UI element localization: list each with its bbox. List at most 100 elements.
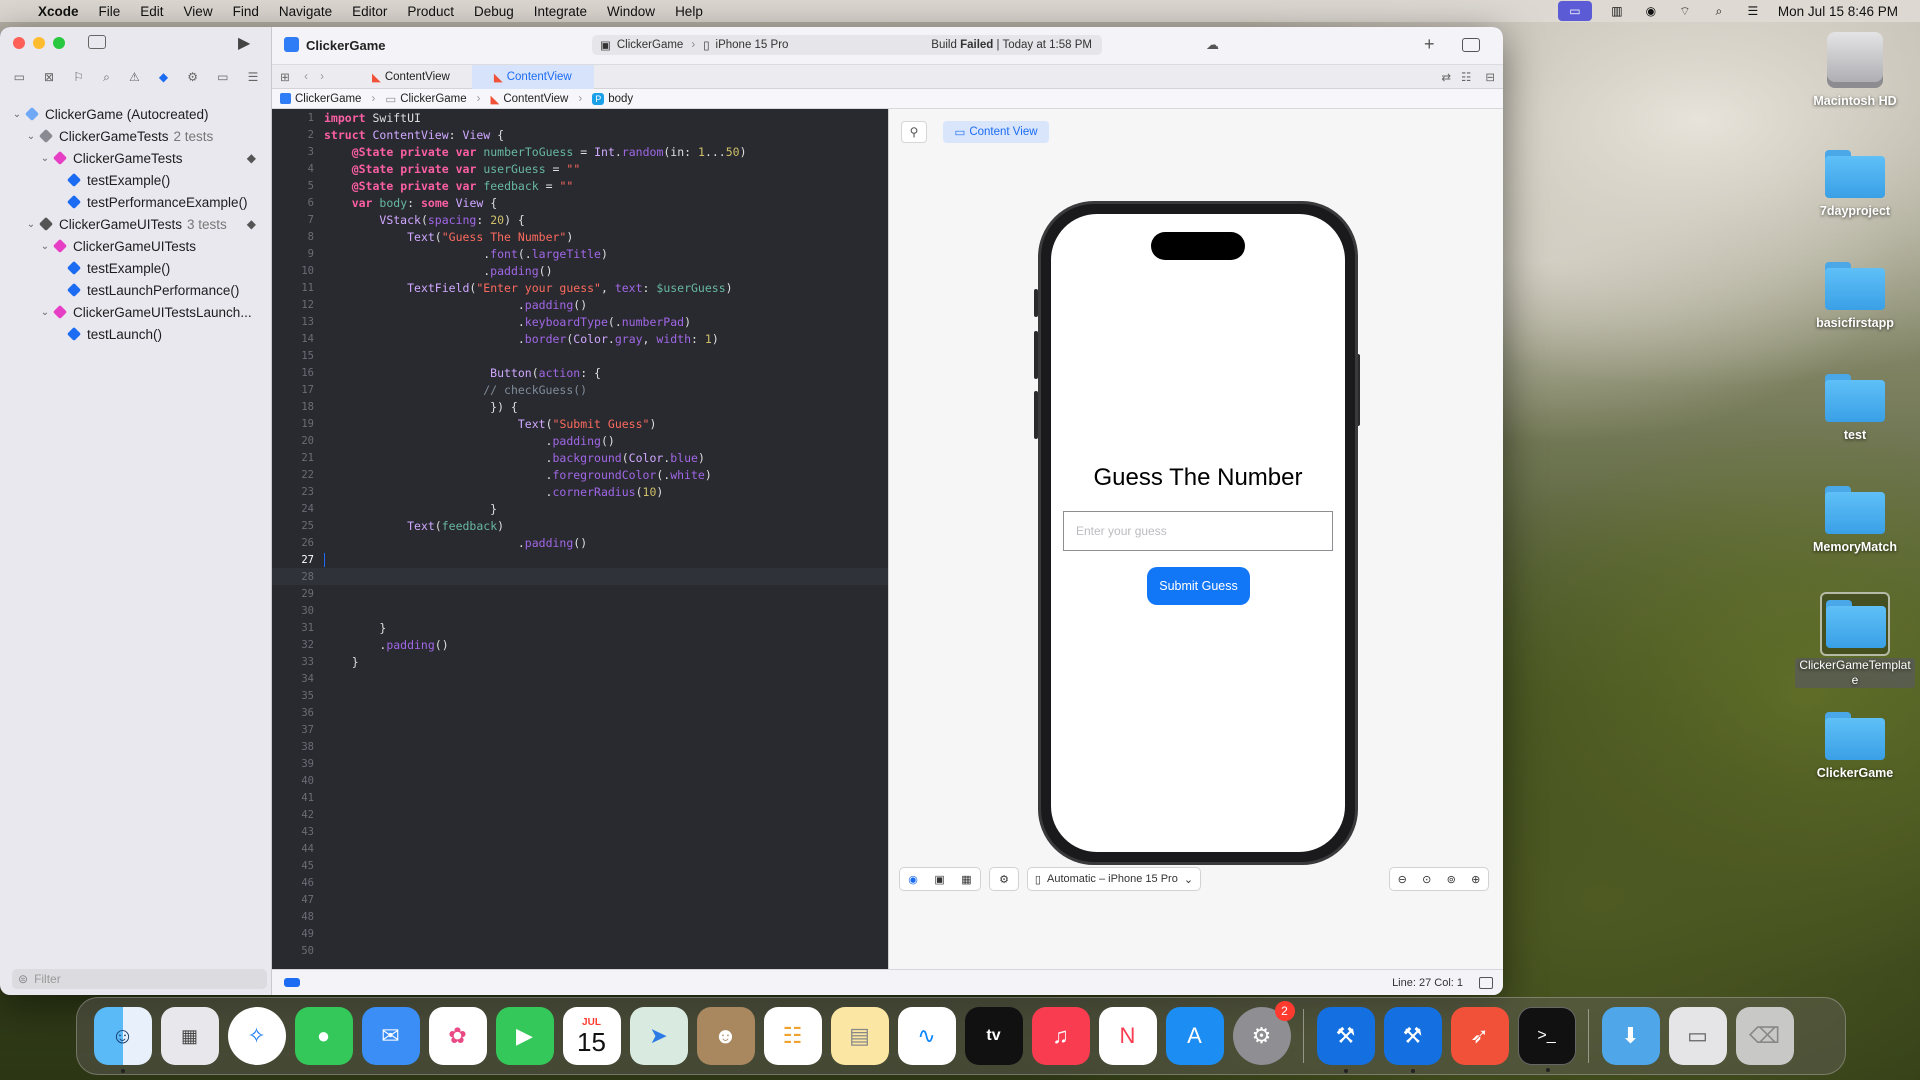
swap-icon[interactable]: ⇄ [1441,70,1451,84]
desktop-icon-clickergametemplate[interactable]: ClickerGameTemplate [1795,592,1915,688]
breadcrumb-item[interactable]: ClickerGame [400,93,466,105]
safari-icon[interactable]: ✧ [227,1007,286,1065]
menu-app-name[interactable]: Xcode [28,4,89,19]
breadcrumb-item[interactable]: ClickerGame [295,93,361,105]
notes-icon[interactable]: ▤ [830,1007,889,1065]
launchpad-icon[interactable]: ▦ [160,1007,219,1065]
editor-options-icon[interactable]: ☷ [1461,70,1471,84]
tree-row[interactable]: testExample() [0,257,272,279]
maps-icon[interactable]: ➤ [629,1007,688,1065]
live-preview-icon[interactable]: ◉ [908,873,918,886]
forward-icon[interactable]: › [314,71,330,83]
simulator-icon[interactable]: ⚒ [1383,1007,1442,1073]
messages-icon[interactable]: ● [294,1007,353,1065]
desktop-icon-basicfirstapp[interactable]: basicfirstapp [1805,262,1905,330]
downloads-folder-icon[interactable]: ⬇ [1601,1007,1660,1065]
tree-row[interactable]: testPerformanceExample() [0,191,272,213]
reminders-icon[interactable]: ☷ [763,1007,822,1065]
zoom-fit-icon[interactable]: ⊙ [1422,873,1431,886]
news-icon[interactable]: N [1098,1007,1157,1065]
tree-row[interactable]: testLaunch() [0,323,272,345]
screen-mirroring-icon[interactable]: ▭ [1557,1,1592,21]
contacts-icon[interactable]: ☻ [696,1007,755,1065]
navigator-filter[interactable]: ⊜ Filter [12,969,267,989]
freeform-icon[interactable]: ∿ [897,1007,956,1065]
submit-guess-button[interactable]: Submit Guess [1147,567,1250,605]
facetime-icon[interactable]: ▶ [495,1007,554,1065]
menu-product[interactable]: Product [397,4,464,19]
project-navigator-icon[interactable]: ▭ [14,70,25,84]
source-control-icon[interactable]: ⊠ [44,70,54,84]
desktop-icon-test[interactable]: test [1805,374,1905,442]
apple-tv-icon[interactable]: tv [964,1007,1023,1065]
back-icon[interactable]: ‹ [298,71,314,83]
add-editor-icon[interactable]: ⊟ [1485,70,1495,84]
related-items-icon[interactable]: ⊞ [272,70,298,84]
trash-icon[interactable]: ⌫ [1735,1007,1794,1065]
issue-navigator-icon[interactable]: ⚠ [129,70,140,84]
app-store-icon[interactable]: A [1165,1007,1224,1065]
menu-help[interactable]: Help [665,4,713,19]
scheme-name[interactable]: ClickerGame [617,39,683,51]
breakpoint-navigator-icon[interactable]: ▭ [217,70,228,84]
code-text[interactable]: import SwiftUI struct ContentView: View … [324,109,747,671]
tree-row[interactable]: testExample() [0,169,272,191]
menu-file[interactable]: File [89,4,131,19]
tree-row[interactable]: testLaunchPerformance() [0,279,272,301]
system-settings-icon[interactable]: ⚙ 2 [1232,1001,1295,1065]
chevron-down-icon[interactable]: ⌄ [38,241,52,252]
tree-row[interactable]: ⌄ ClickerGameTests 2 tests [0,125,272,147]
menubar-clock[interactable]: Mon Jul 15 8:46 PM [1778,4,1898,19]
debug-area-toggle-icon[interactable] [284,978,300,987]
run-test-diamond-icon[interactable]: ◆ [247,151,256,165]
device-settings-icon[interactable]: ⚙ [989,867,1019,891]
desktop-icon-memorymatch[interactable]: MemoryMatch [1805,486,1905,554]
menu-debug[interactable]: Debug [464,4,524,19]
run-test-diamond-icon[interactable]: ◆ [247,217,256,231]
toggle-navigator-icon[interactable] [88,35,106,49]
menu-view[interactable]: View [174,4,223,19]
toggle-inspector-icon[interactable] [1462,38,1480,52]
zoom-actual-icon[interactable]: ⊚ [1447,873,1456,886]
build-status[interactable]: Build Failed | Today at 1:58 PM [931,39,1102,51]
device-selector[interactable]: ▯ Automatic – iPhone 15 Pro ⌄ [1027,867,1201,891]
tree-row[interactable]: ⌄ ClickerGameUITests [0,235,272,257]
menu-editor[interactable]: Editor [342,4,397,19]
toggle-debug-area-icon[interactable] [1479,976,1493,989]
close-window-button[interactable] [13,37,25,49]
wifi-icon[interactable]: ⌔ [1676,4,1694,18]
bookmark-icon[interactable]: ⚐ [73,70,84,84]
terminal-icon[interactable]: >_ [1517,1007,1576,1072]
breadcrumb-item[interactable]: ContentView [503,93,568,105]
music-icon[interactable]: ♫ [1031,1007,1090,1065]
tree-row[interactable]: ⌄ ClickerGameUITests 3 tests ◆ [0,213,272,235]
control-center-icon[interactable]: ☰ [1744,4,1762,18]
menu-window[interactable]: Window [597,4,665,19]
tree-row[interactable]: ⌄ ClickerGame (Autocreated) [0,103,272,125]
minimize-window-button[interactable] [33,37,45,49]
find-navigator-icon[interactable]: ⌕ [103,70,110,85]
zoom-in-icon[interactable]: ⊕ [1471,873,1480,886]
preview-tab[interactable]: ▭ Content View [943,121,1049,143]
chevron-down-icon[interactable]: ⌄ [24,131,38,142]
mail-icon[interactable]: ✉ [361,1007,420,1065]
source-editor[interactable]: 1 2 3 4 5 6 7 8 9 10 11 12 13 14 15 16 17 18 19 20 21 22 23 24 2… [272,109,888,995]
finder-icon[interactable]: ☺ [93,1007,152,1073]
menu-edit[interactable]: Edit [130,4,173,19]
cloud-icon[interactable]: ☁ [1206,37,1219,53]
selectable-mode-icon[interactable]: ▣ [934,873,944,886]
test-navigator-icon[interactable]: ◆ [159,70,168,84]
breadcrumb-item[interactable]: body [608,93,633,105]
variants-icon[interactable]: ▦ [961,873,971,886]
pin-icon[interactable]: ⚲ [901,121,927,143]
stats-icon[interactable]: ▥ [1608,4,1626,18]
debug-navigator-icon[interactable]: ⚙ [187,70,198,84]
xcode-icon[interactable]: ⚒ [1316,1007,1375,1073]
add-icon[interactable]: + [1424,34,1435,55]
report-navigator-icon[interactable]: ☰ [248,70,259,84]
chevron-down-icon[interactable]: ⌄ [24,219,38,230]
scheme-activity-bar[interactable]: ▣ ClickerGame › ▯ iPhone 15 Pro Build Fa… [592,35,1102,55]
menu-navigate[interactable]: Navigate [269,4,342,19]
run-destination[interactable]: iPhone 15 Pro [716,39,789,51]
calendar-icon[interactable]: JUL 15 [562,1007,621,1065]
